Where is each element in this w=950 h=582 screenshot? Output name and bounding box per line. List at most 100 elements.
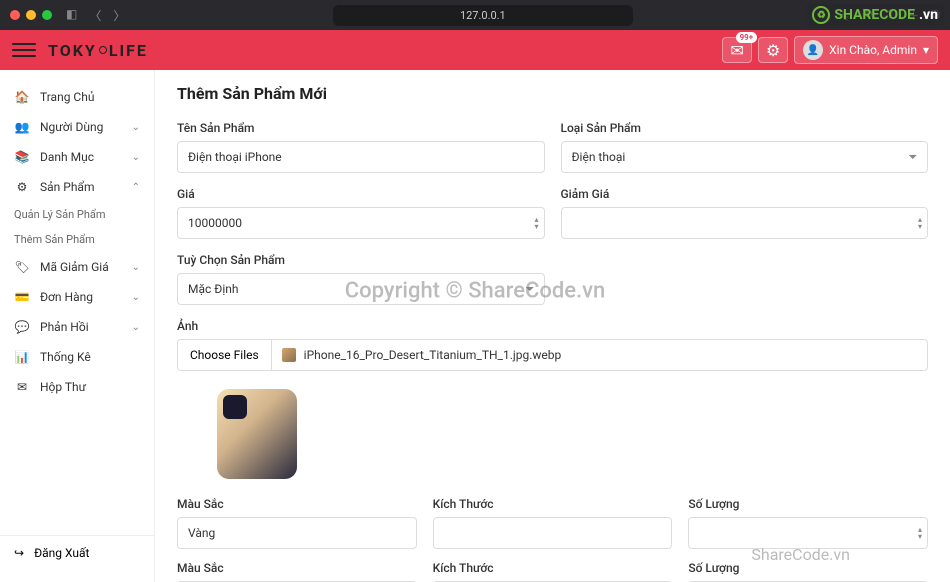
sidebar-label: Người Dùng bbox=[40, 120, 103, 134]
app-header: TOKY LIFE ✉ 99+ ⚙ 👤 Xin Chào, Admin ▾ bbox=[0, 30, 950, 70]
label-size: Kích Thước bbox=[433, 497, 673, 511]
forward-icon[interactable]: 〉 bbox=[113, 7, 125, 24]
file-name-display: iPhone_16_Pro_Desert_Titanium_TH_1.jpg.w… bbox=[272, 340, 572, 370]
chevron-down-icon: ⌄ bbox=[132, 122, 140, 133]
sidebar-toggle-icon[interactable]: ◧ bbox=[66, 7, 77, 24]
url-field[interactable]: 127.0.0.1 bbox=[333, 5, 633, 26]
sidebar-label: Đơn Hàng bbox=[40, 290, 93, 304]
option-select[interactable]: Mặc Định bbox=[177, 273, 545, 305]
tag-icon: 🏷 bbox=[14, 260, 30, 274]
chevron-up-icon: ⌃ bbox=[132, 182, 140, 193]
stepper-icon[interactable]: ▴▾ bbox=[918, 216, 922, 230]
sidebar-label: Hộp Thư bbox=[40, 380, 86, 394]
label-image: Ảnh bbox=[177, 319, 928, 333]
file-name-text: iPhone_16_Pro_Desert_Titanium_TH_1.jpg.w… bbox=[304, 348, 562, 362]
minimize-window-icon[interactable] bbox=[26, 10, 36, 20]
envelope-icon: ✉ bbox=[730, 41, 743, 60]
quantity-input-0[interactable] bbox=[688, 517, 928, 549]
back-icon[interactable]: 〈 bbox=[89, 7, 101, 24]
layers-icon: 📚 bbox=[14, 150, 30, 164]
product-name-input[interactable] bbox=[177, 141, 545, 173]
label-color: Màu Sắc bbox=[177, 561, 417, 575]
header-actions: ✉ 99+ ⚙ 👤 Xin Chào, Admin ▾ bbox=[722, 36, 938, 64]
close-window-icon[interactable] bbox=[10, 10, 20, 20]
chart-icon: 📊 bbox=[14, 350, 30, 364]
sidebar-item-mailbox[interactable]: ✉ Hộp Thư bbox=[0, 372, 154, 402]
chevron-down-icon: ⌄ bbox=[132, 292, 140, 303]
chevron-down-icon: ⌄ bbox=[132, 152, 140, 163]
image-preview bbox=[217, 389, 297, 479]
sidebar-label: Phản Hồi bbox=[40, 320, 89, 334]
discount-input[interactable] bbox=[561, 207, 929, 239]
page-title: Thêm Sản Phẩm Mới bbox=[177, 84, 928, 103]
sidebar-label: Danh Mục bbox=[40, 150, 94, 164]
logo-text-1: TOKY bbox=[48, 41, 97, 60]
sidebar-sub-add-product[interactable]: Thêm Sản Phẩm bbox=[0, 227, 154, 252]
chevron-down-icon: ▾ bbox=[923, 43, 929, 57]
label-size: Kích Thước bbox=[433, 561, 673, 575]
sidebar-item-categories[interactable]: 📚 Danh Mục ⌄ bbox=[0, 142, 154, 172]
url-bar: 127.0.0.1 bbox=[131, 5, 834, 26]
browser-nav-icons: ◧ 〈 〉 bbox=[66, 7, 125, 24]
sidebar-item-products[interactable]: ⚙ Sản Phẩm ⌃ bbox=[0, 172, 154, 202]
logout-icon: ↪ bbox=[14, 546, 24, 560]
label-price: Giá bbox=[177, 187, 545, 201]
notification-badge: 99+ bbox=[736, 32, 758, 43]
logo-dot-icon bbox=[99, 46, 107, 54]
sidebar-item-stats[interactable]: 📊 Thống Kê bbox=[0, 342, 154, 372]
sidebar-sub-manage-products[interactable]: Quản Lý Sản Phẩm bbox=[0, 202, 154, 227]
label-product-name: Tên Sản Phẩm bbox=[177, 121, 545, 135]
logo-text-2: LIFE bbox=[109, 41, 148, 60]
chevron-down-icon: ⌄ bbox=[132, 262, 140, 273]
size-input-0[interactable] bbox=[433, 517, 673, 549]
sidebar-label: Trang Chủ bbox=[40, 90, 94, 104]
settings-button[interactable]: ⚙ bbox=[758, 37, 788, 63]
card-icon: 💳 bbox=[14, 290, 30, 304]
sidebar-item-feedback[interactable]: 💬 Phản Hồi ⌄ bbox=[0, 312, 154, 342]
sidebar-label: Đăng Xuất bbox=[34, 546, 89, 560]
user-menu[interactable]: 👤 Xin Chào, Admin ▾ bbox=[794, 36, 938, 64]
color-input-0[interactable] bbox=[177, 517, 417, 549]
chevron-down-icon: ⌄ bbox=[132, 322, 140, 333]
label-discount: Giảm Giá bbox=[561, 187, 929, 201]
settings-icon: ⚙ bbox=[14, 180, 30, 194]
gear-icon: ⚙ bbox=[766, 41, 780, 60]
sidebar-label: Sản Phẩm bbox=[40, 180, 95, 194]
product-type-select[interactable]: Điện thoại bbox=[561, 141, 929, 173]
label-quantity: Số Lượng bbox=[688, 497, 928, 511]
avatar-icon: 👤 bbox=[803, 40, 823, 60]
sidebar-item-orders[interactable]: 💳 Đơn Hàng ⌄ bbox=[0, 282, 154, 312]
hamburger-menu-icon[interactable] bbox=[12, 38, 36, 62]
home-icon: 🏠 bbox=[14, 90, 30, 104]
stepper-icon[interactable]: ▴▾ bbox=[534, 216, 538, 230]
stepper-icon[interactable]: ▴▾ bbox=[918, 526, 922, 540]
users-icon: 👥 bbox=[14, 120, 30, 134]
mail-button[interactable]: ✉ 99+ bbox=[722, 37, 752, 63]
label-quantity: Số Lượng bbox=[688, 561, 928, 575]
file-input-row: Choose Files iPhone_16_Pro_Desert_Titani… bbox=[177, 339, 928, 371]
sharecode-tld: .vn bbox=[919, 7, 938, 23]
label-option: Tuỳ Chọn Sản Phẩm bbox=[177, 253, 545, 267]
browser-chrome: ◧ 〈 〉 127.0.0.1 ᯤ ↻ ⇧ ＋ ⧉ ♻ SHARECODE.vn bbox=[0, 0, 950, 30]
brand-logo[interactable]: TOKY LIFE bbox=[48, 41, 148, 60]
window-controls bbox=[10, 10, 52, 20]
label-product-type: Loại Sản Phẩm bbox=[561, 121, 929, 135]
mail-icon: ✉ bbox=[14, 380, 30, 394]
sidebar-item-home[interactable]: 🏠 Trang Chủ bbox=[0, 82, 154, 112]
sharecode-brand: SHARECODE bbox=[834, 7, 915, 23]
sidebar-label: Mã Giảm Giá bbox=[40, 260, 109, 274]
label-color: Màu Sắc bbox=[177, 497, 417, 511]
sharecode-watermark-badge: ♻ SHARECODE.vn bbox=[806, 4, 944, 26]
maximize-window-icon[interactable] bbox=[42, 10, 52, 20]
sidebar-label: Thống Kê bbox=[40, 350, 91, 364]
recycle-icon: ♻ bbox=[812, 6, 830, 24]
file-thumbnail-icon bbox=[282, 348, 296, 362]
sidebar: 🏠 Trang Chủ 👥 Người Dùng ⌄ 📚 Danh Mục ⌄ … bbox=[0, 70, 155, 582]
sidebar-logout[interactable]: ↪ Đăng Xuất bbox=[0, 535, 154, 570]
greeting-text: Xin Chào, Admin bbox=[829, 43, 917, 57]
main-content: Thêm Sản Phẩm Mới Tên Sản Phẩm Loại Sản … bbox=[155, 70, 950, 582]
sidebar-item-discount[interactable]: 🏷 Mã Giảm Giá ⌄ bbox=[0, 252, 154, 282]
sidebar-item-users[interactable]: 👥 Người Dùng ⌄ bbox=[0, 112, 154, 142]
choose-files-button[interactable]: Choose Files bbox=[178, 340, 272, 370]
price-input[interactable] bbox=[177, 207, 545, 239]
